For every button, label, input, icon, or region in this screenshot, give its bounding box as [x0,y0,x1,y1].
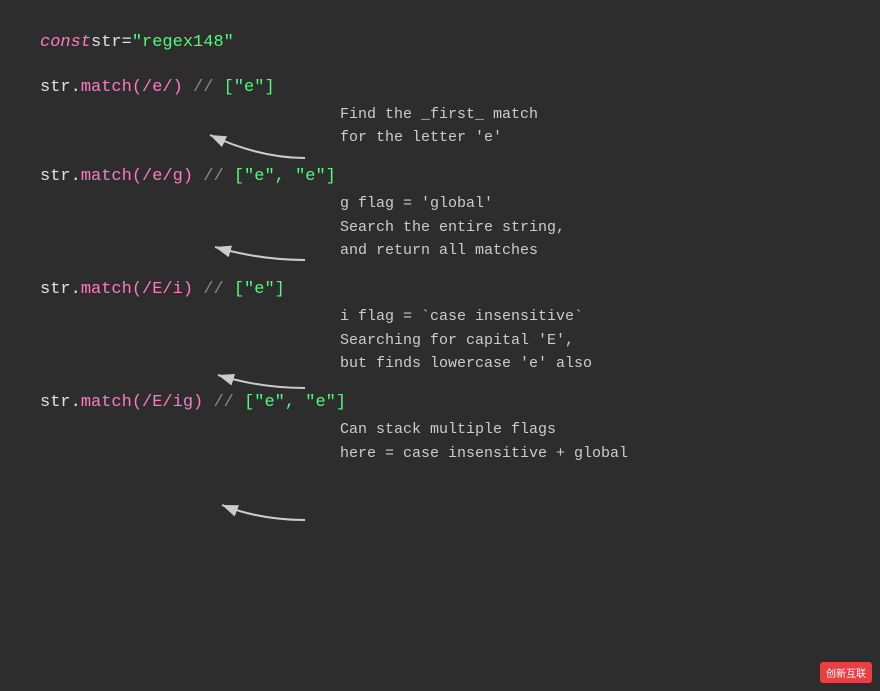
const-keyword: const [40,30,91,56]
result-4: ["e", "e"] [244,393,346,412]
match-method-3: match [81,280,132,299]
comment-2: // [193,167,234,186]
section-match-ei: str.match(/E/i) // ["e"] i flag = `case … [40,276,840,375]
str-ref-3: str. [40,280,81,299]
string-value: "regex148" [132,30,234,56]
const-line: const str = "regex148" [40,30,840,56]
code-line-2: str.match(/e/g) // ["e", "e"] [40,163,840,190]
match-method-2: match [81,167,132,186]
watermark: 创新互联 [820,662,872,683]
code-line-4: str.match(/E/ig) // ["e", "e"] [40,389,840,416]
equals-operator: = [122,30,132,56]
result-2: ["e", "e"] [234,167,336,186]
var-name: str [91,30,122,56]
str-ref-2: str. [40,167,81,186]
code-line-1: str.match(/e/) // ["e"] [40,74,840,101]
annotation-4: Can stack multiple flagshere = case inse… [340,418,840,465]
str-ref-1: str. [40,78,81,97]
code-line-3: str.match(/E/i) // ["e"] [40,276,840,303]
result-3: ["e"] [234,280,285,299]
section-match-e: str.match(/e/) // ["e"] Find the _first_… [40,74,840,150]
comment-1: // [183,78,224,97]
regex-1: (/e/) [132,78,183,97]
const-declaration: const str = "regex148" [40,30,840,56]
annotation-1: Find the _first_ matchfor the letter 'e' [340,103,840,150]
regex-2: (/e/g) [132,167,193,186]
comment-4: // [203,393,244,412]
section-match-eig: str.match(/E/ig) // ["e", "e"] Can stack… [40,389,840,465]
annotation-3: i flag = `case insensitive`Searching for… [340,305,840,375]
arrow-4 [222,505,305,520]
arrow-3 [218,375,305,388]
section-match-eg: str.match(/e/g) // ["e", "e"] g flag = '… [40,163,840,262]
match-method-1: match [81,78,132,97]
regex-3: (/E/i) [132,280,193,299]
comment-3: // [193,280,234,299]
str-ref-4: str. [40,393,81,412]
result-1: ["e"] [224,78,275,97]
main-container: const str = "regex148" str.match(/e/) //… [0,0,880,691]
annotation-2: g flag = 'global'Search the entire strin… [340,192,840,262]
match-method-4: match [81,393,132,412]
regex-4: (/E/ig) [132,393,203,412]
